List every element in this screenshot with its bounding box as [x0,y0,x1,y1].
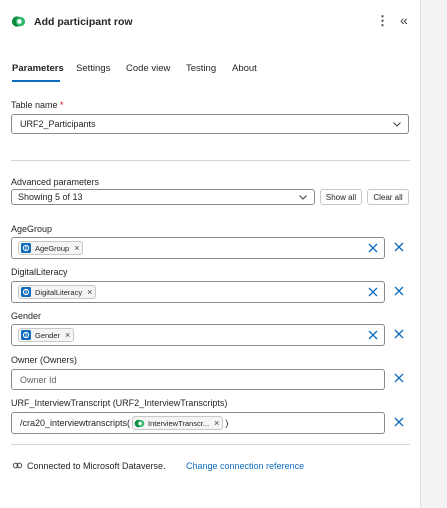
tab-parameters[interactable]: Parameters [12,63,64,74]
agegroup-token[interactable]: AgeGroup × [18,241,84,255]
interviewtranscript-token[interactable]: InterviewTranscr... × [132,416,224,430]
remove-parameter-icon[interactable] [393,416,405,428]
agegroup-label: AgeGroup [11,224,53,234]
remove-parameter-icon[interactable] [393,328,405,340]
connection-icon [12,462,23,469]
connection-status: Connected to Microsoft Dataverse. [27,461,166,471]
expression-suffix: ) [225,418,229,428]
token-label: InterviewTranscr... [148,418,210,428]
more-vertical-icon[interactable]: ⋮ [376,13,389,29]
owner-placeholder: Owner Id [20,374,57,385]
required-marker: * [60,100,64,110]
clear-all-button[interactable]: Clear all [367,189,409,205]
interviewtranscript-expression: /cra20_interviewtranscripts( InterviewTr… [20,416,228,430]
chevron-down-icon [393,122,401,127]
clear-field-icon[interactable] [367,329,379,341]
digitalliteracy-label: DigitalLiteracy [11,267,68,277]
gender-field[interactable]: Gender × [11,324,385,346]
token-label: AgeGroup [35,243,70,253]
tab-testing[interactable]: Testing [186,63,216,74]
remove-parameter-icon[interactable] [393,372,405,384]
digitalliteracy-token[interactable]: DigitalLiteracy × [18,285,97,299]
advanced-showing-value: Showing 5 of 13 [18,192,83,202]
divider [11,444,410,445]
advanced-parameters-select[interactable]: Showing 5 of 13 [11,189,315,205]
expression-prefix: /cra20_interviewtranscripts( [20,418,131,428]
clear-field-icon[interactable] [367,242,379,254]
owner-label: Owner (Owners) [11,355,78,365]
token-label: DigitalLiteracy [35,287,83,297]
gender-label: Gender [11,311,42,321]
remove-token-icon[interactable]: × [65,330,70,340]
table-name-select[interactable]: URF2_Participants [11,114,409,134]
remove-token-icon[interactable]: × [74,243,79,253]
tab-about[interactable]: About [232,63,257,74]
agegroup-field[interactable]: AgeGroup × [11,237,385,259]
dataverse-token-icon [21,330,31,340]
token-label: Gender [35,330,61,340]
change-connection-link[interactable]: Change connection reference [186,461,304,471]
chevron-down-icon [299,195,307,200]
action-panel: Add participant row ⋮ « Parameters Setti… [0,0,421,508]
connected-text: Connected to Microsoft Dataverse. [27,461,166,471]
tab-code-view[interactable]: Code view [126,63,170,74]
dataverse-token-icon [21,287,31,297]
remove-token-icon[interactable]: × [87,287,92,297]
clear-field-icon[interactable] [367,286,379,298]
remove-parameter-icon[interactable] [393,241,405,253]
active-tab-indicator [12,80,60,82]
remove-parameter-icon[interactable] [393,285,405,297]
interviewtranscript-label: URF_InterviewTranscript (URF2_InterviewT… [11,398,228,408]
dataverse-icon [11,16,26,27]
gender-token[interactable]: Gender × [18,328,75,342]
owner-input[interactable]: Owner Id [11,369,385,390]
dataverse-token-icon [21,243,31,253]
table-name-label: Table name * [11,100,64,110]
advanced-parameters-label: Advanced parameters [11,177,100,187]
double-chevron-left-icon[interactable]: « [400,12,408,28]
show-all-button[interactable]: Show all [320,189,362,205]
dataverse-token-icon [134,419,145,427]
table-name-value: URF2_Participants [20,119,96,129]
tab-settings[interactable]: Settings [76,63,110,74]
divider [11,160,410,161]
interviewtranscript-field[interactable]: /cra20_interviewtranscripts( InterviewTr… [11,412,385,434]
digitalliteracy-field[interactable]: DigitalLiteracy × [11,281,385,303]
remove-token-icon[interactable]: × [214,418,219,428]
panel-title: Add participant row [34,16,133,28]
